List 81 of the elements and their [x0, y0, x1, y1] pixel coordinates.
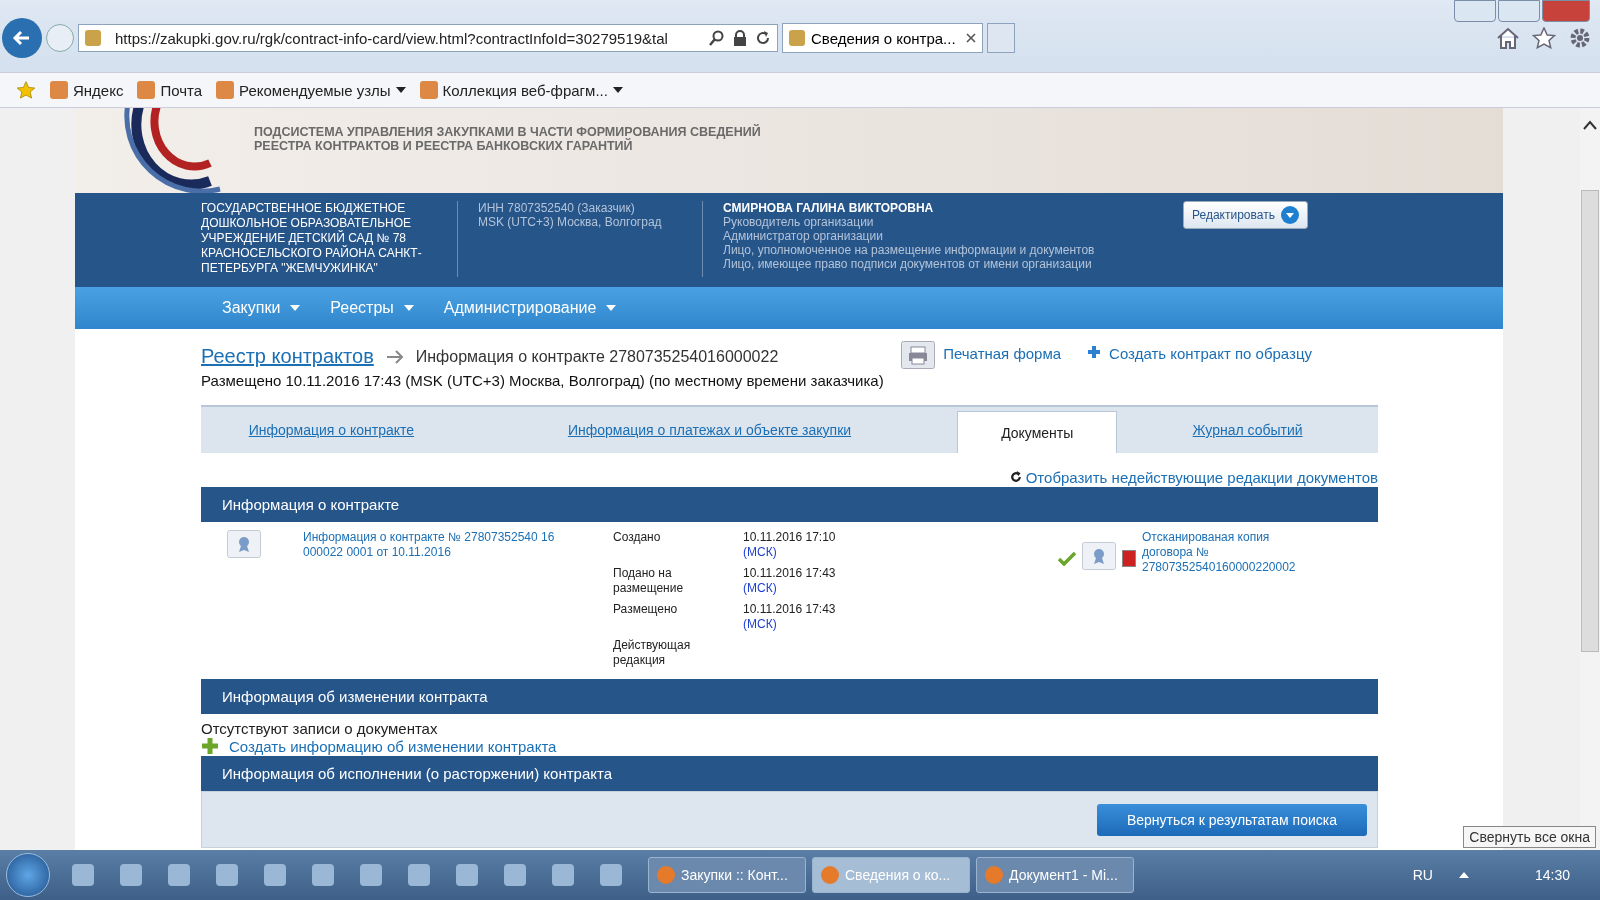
- clock[interactable]: 14:30: [1534, 867, 1570, 883]
- user-role: Лицо, имеющее право подписи документов от имени организации: [723, 257, 1093, 271]
- registry-link[interactable]: Реестр контрактов: [201, 345, 374, 368]
- caret-icon: [1280, 206, 1299, 224]
- tooltip: Свернуть все окна: [1463, 826, 1596, 848]
- plus-icon: [201, 737, 219, 755]
- nav-menu-item[interactable]: Администрирование: [443, 299, 617, 317]
- pdf-icon: [1122, 550, 1136, 567]
- favorites-link[interactable]: Яндекс: [50, 81, 124, 99]
- scanned-copy-link[interactable]: Отсканированая копия договора № 27807352540160000220002: [1142, 530, 1302, 575]
- create-change-link[interactable]: Создать информацию об изменении контракта: [229, 737, 557, 755]
- minimize-button[interactable]: [1454, 0, 1496, 22]
- refresh-icon[interactable]: [755, 30, 771, 46]
- organization-name: ГОСУДАРСТВЕННОЕ БЮДЖЕТНОЕ ДОШКОЛЬНОЕ ОБРАЗОВАТЕЛЬНОЕ УЧРЕЖДЕНИЕ ДЕТСКИЙ САД № 78 КРАСНОСЕЛЬСКОГО РАЙОНА САНКТ-ПЕТЕРБУРГА "ЖЕМЧУЖИНКА": [201, 201, 423, 277]
- user-role: Лицо, уполномоченное на размещение информации и документов: [723, 243, 1096, 257]
- scroll-up-icon[interactable]: [1583, 120, 1597, 130]
- placement-info: Размещено 10.11.2016 17:43 (MSK (UTC+3) Москва, Волгоград) (по местному времени заказчика): [201, 372, 884, 389]
- arrow-icon: [385, 349, 404, 364]
- close-icon[interactable]: [965, 33, 976, 43]
- organization-detail: MSK (UTC+3) Москва, Волгоград: [478, 215, 663, 229]
- caret-icon: [395, 87, 406, 93]
- section-header: Информация о контракте: [201, 487, 1378, 522]
- caret-icon: [290, 305, 301, 311]
- date-label: Размещено: [613, 602, 679, 618]
- user-role: Руководитель организации: [723, 215, 875, 229]
- plus-icon: [1087, 345, 1102, 359]
- back-to-results-button[interactable]: Вернуться к результатам поиска: [1096, 803, 1367, 836]
- timezone-link[interactable]: (МСК): [743, 545, 863, 560]
- favorites-link[interactable]: Рекомендуемые узлы: [216, 81, 406, 99]
- language-indicator[interactable]: RU: [1412, 867, 1433, 883]
- favorites-link[interactable]: Почта: [137, 81, 203, 99]
- tray-arrow-icon[interactable]: [1458, 872, 1469, 878]
- timezone-link[interactable]: (МСК): [743, 617, 863, 632]
- caret-icon: [606, 305, 617, 311]
- printer-icon: [901, 341, 936, 369]
- search-icon[interactable]: [709, 30, 725, 46]
- print-link[interactable]: Печатная форма: [901, 345, 1062, 389]
- tab[interactable]: Документы: [957, 411, 1118, 453]
- tab[interactable]: Информация о контракте: [201, 407, 462, 453]
- section-header: Информация об изменении контракта: [201, 679, 1378, 714]
- create-link[interactable]: Создать контракт по образцу: [1087, 345, 1312, 389]
- home-icon[interactable]: [1496, 27, 1520, 49]
- date-label: Действующая редакция: [613, 638, 692, 668]
- star-icon[interactable]: [1532, 27, 1556, 49]
- nav-menu-item[interactable]: Реестры: [330, 299, 414, 317]
- settings-icon[interactable]: [1568, 26, 1592, 50]
- date-label: Подано на размещение: [613, 566, 685, 596]
- user-role: Администратор организации: [723, 229, 884, 243]
- new-tab-button[interactable]: [986, 23, 1015, 53]
- tab[interactable]: Журнал событий: [1117, 407, 1378, 453]
- back-button[interactable]: [2, 18, 42, 58]
- nav-menu-item[interactable]: Закупки: [222, 299, 301, 317]
- date-value: 10.11.2016 17:43: [743, 566, 837, 581]
- certificate-icon[interactable]: [227, 530, 261, 558]
- tab[interactable]: Информация о платежах и объекте закупки: [461, 407, 958, 453]
- favorites-star-icon[interactable]: [16, 80, 36, 100]
- certificate-icon[interactable]: [1082, 542, 1116, 570]
- taskbar-window[interactable]: Закупки :: Конт...: [648, 857, 806, 893]
- empty-message: Отсутствуют записи о документах: [201, 720, 439, 737]
- restore-button[interactable]: [1498, 0, 1540, 22]
- date-value: 10.11.2016 17:10: [743, 530, 837, 545]
- caret-icon: [612, 87, 623, 93]
- caret-icon: [403, 305, 414, 311]
- user-name: СМИРНОВА ГАЛИНА ВИКТОРОВНА: [723, 201, 935, 215]
- section-header: Информация об исполнении (о расторжении) контракта: [201, 756, 1378, 791]
- forward-button[interactable]: [46, 24, 74, 52]
- lock-icon: [733, 30, 747, 46]
- organization-detail: ИНН 7807352540 (Заказчик): [478, 201, 636, 215]
- favorites-link[interactable]: Коллекция веб-фрагм...: [419, 81, 623, 99]
- taskbar-window[interactable]: Документ1 - Mi...: [976, 857, 1134, 893]
- timezone-link[interactable]: (МСК): [743, 581, 863, 596]
- system-subtitle: ПОДСИСТЕМА УПРАВЛЕНИЯ ЗАКУПКАМИ В ЧАСТИ ФОРМИРОВАНИЯ СВЕДЕНИЙ РЕЕСТРА КОНТРАКТОВ И РЕЕСТРА БАНКОВСКИХ ГАРАНТИЙ: [254, 125, 761, 153]
- document-link[interactable]: Информация о контракте № 27807352540 16 000022 0001 от 10.11.2016: [303, 530, 573, 560]
- edit-button[interactable]: Редактировать: [1183, 201, 1308, 229]
- address-bar[interactable]: https://zakupki.gov.ru/rgk/contract-info-card/view.html?contractInfoId=30279519&tal: [78, 24, 778, 52]
- date-label: Создано: [613, 530, 662, 546]
- date-value: 10.11.2016 17:43: [743, 602, 837, 617]
- start-button[interactable]: [6, 853, 50, 897]
- page-title: Информация о контракте 2780735254016000022: [415, 347, 779, 366]
- refresh-icon: [1009, 471, 1022, 483]
- browser-tab[interactable]: Сведения о контра...: [782, 23, 983, 53]
